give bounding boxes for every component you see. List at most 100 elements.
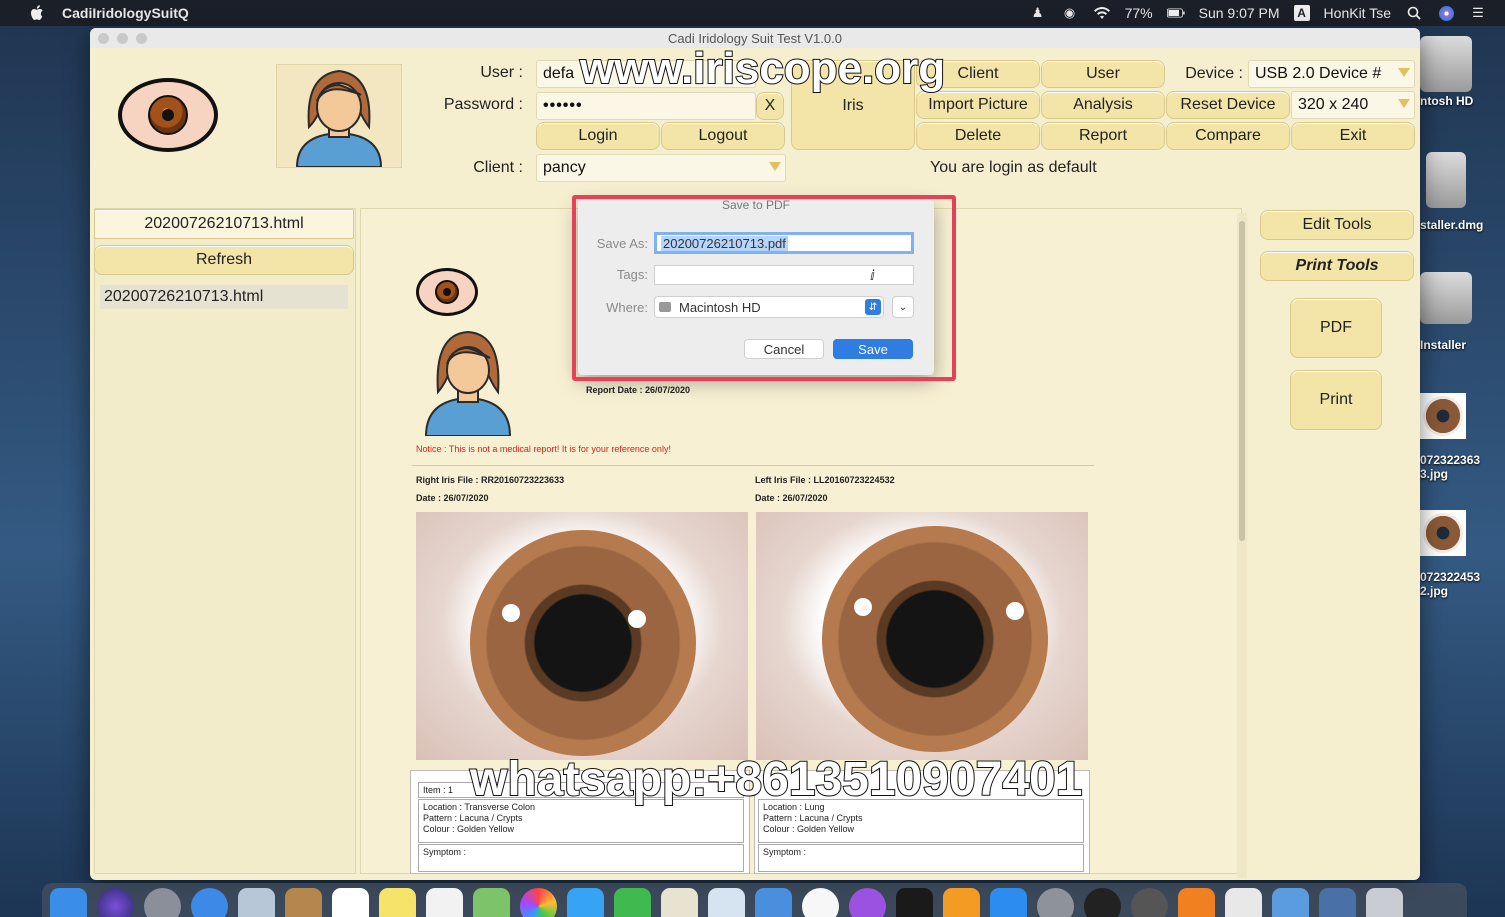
client-select[interactable]: pancy	[536, 154, 786, 182]
app-store-icon[interactable]	[990, 888, 1027, 917]
clear-password-button[interactable]: X	[756, 92, 784, 120]
document-icon[interactable]	[1225, 888, 1262, 917]
device-select[interactable]: USB 2.0 Device #	[1248, 60, 1415, 88]
desktop-item-installer[interactable]: Installer	[1420, 272, 1505, 352]
resolution-select-value: 320 x 240	[1298, 96, 1369, 113]
tv-icon[interactable]	[896, 888, 933, 917]
input-source-icon[interactable]: A	[1293, 5, 1310, 21]
report-date: Report Date : 26/07/2020	[586, 385, 691, 395]
user-button[interactable]: User	[1041, 60, 1165, 88]
right-item-pattern: Pattern : Lacuna / Crypts	[423, 813, 523, 823]
app-menu-name[interactable]: CadiIridologySuitQ	[62, 5, 189, 21]
left-item-pattern: Pattern : Lacuna / Crypts	[763, 813, 863, 823]
import-picture-button[interactable]: Import Picture	[916, 91, 1040, 119]
contacts-icon[interactable]	[285, 888, 322, 917]
compare-button[interactable]: Compare	[1166, 122, 1290, 150]
print-button[interactable]: Print	[1290, 370, 1382, 430]
report-button[interactable]: Report	[1041, 122, 1165, 150]
dock	[42, 883, 1467, 917]
trash-icon[interactable]	[1366, 888, 1403, 917]
desktop-item-macintosh-hd[interactable]: ntosh HD	[1420, 36, 1505, 108]
keynote-icon[interactable]	[755, 888, 792, 917]
menubar-clock[interactable]: Sun 9:07 PM	[1199, 5, 1280, 21]
books-icon[interactable]	[943, 888, 980, 917]
minimize-window-button[interactable]	[117, 33, 128, 44]
website-watermark: www.iriscope.org	[579, 43, 946, 94]
calendar-icon[interactable]	[332, 888, 369, 917]
right-iris-date: Date : 26/07/2020	[416, 493, 489, 503]
client-select-value: pancy	[543, 159, 586, 176]
folder-icon[interactable]	[1272, 888, 1309, 917]
analysis-button[interactable]: Analysis	[1041, 91, 1165, 119]
menubar-user[interactable]: HonKit Tse	[1324, 5, 1391, 21]
user-label: User :	[480, 64, 523, 81]
right-item-colour: Colour : Golden Yellow	[423, 824, 515, 834]
password-field[interactable]: ••••••	[536, 92, 756, 120]
zoom-window-button[interactable]	[136, 33, 147, 44]
vlc-icon[interactable]	[1178, 888, 1215, 917]
obs-icon[interactable]	[1084, 888, 1121, 917]
dialog-highlight-frame	[572, 195, 956, 381]
system-preferences-icon[interactable]	[1037, 888, 1074, 917]
report-notice: Notice : This is not a medical report! I…	[416, 444, 671, 454]
music-icon[interactable]	[802, 888, 839, 917]
refresh-button[interactable]: Refresh	[94, 245, 354, 275]
obs-icon[interactable]: ◉	[1061, 5, 1079, 21]
siri-icon[interactable]	[97, 888, 134, 917]
desktop-item-installer-dmg[interactable]: staller.dmg	[1420, 152, 1505, 232]
downloads-stack-icon[interactable]	[1319, 888, 1356, 917]
file-list-item[interactable]: 20200726210713.html	[100, 285, 348, 309]
whatsapp-watermark: whatsapp:+8613510907401	[469, 752, 1083, 807]
desktop-item-jpg-1[interactable]: 072322363 3.jpg	[1420, 393, 1505, 481]
password-label: Password :	[443, 96, 523, 113]
battery-icon[interactable]	[1166, 5, 1185, 21]
reset-device-button[interactable]: Reset Device	[1166, 91, 1290, 119]
left-item-colour: Colour : Golden Yellow	[763, 824, 855, 834]
facetime-icon[interactable]	[614, 888, 651, 917]
pdf-button[interactable]: PDF	[1290, 298, 1382, 358]
image-thumbnail-icon	[1420, 510, 1466, 556]
exit-button[interactable]: Exit	[1291, 122, 1415, 150]
photos-icon[interactable]	[520, 888, 557, 917]
numbers-icon[interactable]	[708, 888, 745, 917]
hard-drive-icon	[1420, 36, 1472, 92]
desktop-item-label: 072322363 3.jpg	[1420, 453, 1481, 481]
apple-icon[interactable]	[26, 5, 48, 21]
desktop-item-label: Installer	[1420, 338, 1467, 352]
print-tools-button[interactable]: Print Tools	[1260, 251, 1414, 281]
notification-center-icon[interactable]: ☰	[1469, 5, 1487, 21]
edit-tools-button[interactable]: Edit Tools	[1260, 210, 1414, 240]
delete-button[interactable]: Delete	[916, 122, 1040, 150]
logout-button[interactable]: Logout	[661, 122, 785, 150]
right-iris-image[interactable]	[416, 512, 748, 760]
report-scrollbar[interactable]	[1237, 213, 1247, 878]
chevron-down-icon	[769, 162, 781, 171]
resolution-select[interactable]: 320 x 240	[1291, 91, 1415, 119]
right-item-symptom: Symptom :	[418, 844, 744, 872]
disk-image-icon	[1426, 152, 1466, 208]
safari-icon[interactable]	[191, 888, 228, 917]
podcasts-icon[interactable]	[849, 888, 886, 917]
login-button[interactable]: Login	[536, 122, 660, 150]
launchpad-icon[interactable]	[144, 888, 181, 917]
preview-icon[interactable]	[661, 888, 698, 917]
desktop-item-label: staller.dmg	[1420, 218, 1484, 232]
mail-icon[interactable]	[238, 888, 275, 917]
siri-icon[interactable]	[1437, 5, 1455, 21]
spotlight-search-icon[interactable]	[1405, 5, 1423, 21]
finder-icon[interactable]	[50, 888, 87, 917]
notes-icon[interactable]	[379, 888, 416, 917]
left-iris-image[interactable]	[756, 512, 1088, 760]
close-window-button[interactable]	[98, 33, 109, 44]
left-item-symptom: Symptom :	[758, 844, 1084, 872]
quicktime-icon[interactable]	[1131, 888, 1168, 917]
desktop-item-label: 072322453 2.jpg	[1420, 570, 1481, 598]
desktop-item-jpg-2[interactable]: 072322453 2.jpg	[1420, 510, 1505, 598]
wifi-icon[interactable]	[1093, 5, 1111, 21]
scrollbar-thumb[interactable]	[1239, 221, 1245, 541]
person-icon[interactable]: ♟	[1029, 5, 1047, 21]
reminders-icon[interactable]	[426, 888, 463, 917]
messages-icon[interactable]	[567, 888, 604, 917]
current-file-label: 20200726210713.html	[94, 209, 354, 239]
maps-icon[interactable]	[473, 888, 510, 917]
